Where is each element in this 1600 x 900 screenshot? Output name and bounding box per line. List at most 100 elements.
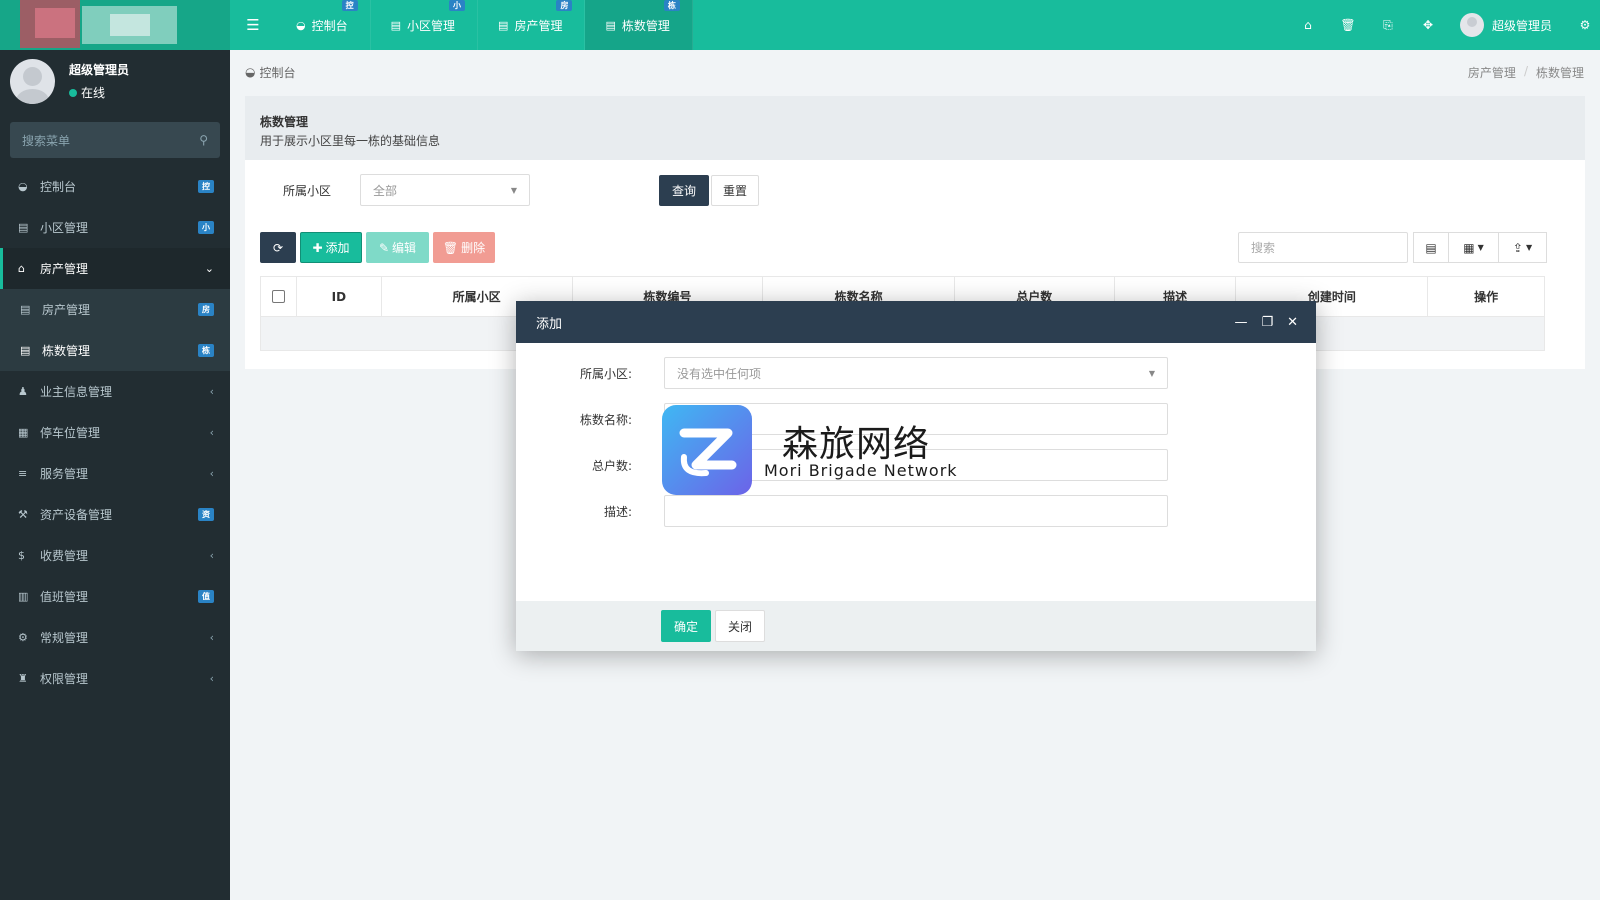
community-select[interactable]: 没有选中任何项 ▼ bbox=[664, 357, 1168, 389]
select-all-checkbox[interactable] bbox=[271, 290, 285, 303]
export-button[interactable]: ⇪ ▼ bbox=[1499, 232, 1547, 263]
film-icon: ▦ bbox=[18, 426, 29, 439]
user-name: 超级管理员 bbox=[1491, 18, 1552, 33]
sidebar-item-permissions[interactable]: ♜ 权限管理 ‹ bbox=[0, 658, 230, 699]
fullscreen-icon[interactable]: ✥ bbox=[1408, 18, 1448, 32]
chevron-left-icon: ‹ bbox=[209, 385, 214, 398]
columns-button[interactable]: ▦ ▼ bbox=[1449, 232, 1499, 263]
reset-button[interactable]: 重置 bbox=[711, 175, 759, 206]
edit-button[interactable]: ✎ 编辑 bbox=[366, 232, 429, 263]
edit-label: 编辑 bbox=[392, 241, 417, 255]
tab-label: 控制台 bbox=[311, 18, 348, 33]
tab-label: 栋数管理 bbox=[621, 18, 670, 33]
tab-property[interactable]: ▤ 房产管理 房 bbox=[478, 0, 586, 50]
caret-down-icon: ▼ bbox=[1477, 243, 1484, 252]
home-icon[interactable]: ⌂ bbox=[1288, 18, 1328, 32]
top-navbar: ☰ ◒ 控制台 控 ▤ 小区管理 小 ▤ 房产管理 房 ▤ 栋数管理 栋 ⌂ 🗑… bbox=[0, 0, 1600, 50]
close-button[interactable]: 关闭 bbox=[715, 610, 765, 642]
breadcrumb-item[interactable]: 房产管理 bbox=[1468, 64, 1516, 81]
description-input[interactable] bbox=[664, 495, 1168, 527]
tab-community[interactable]: ▤ 小区管理 小 bbox=[371, 0, 479, 50]
dashboard-icon: ◒ bbox=[296, 18, 306, 32]
sidebar-subitem-building[interactable]: ▤ 栋数管理 栋 bbox=[0, 330, 230, 371]
add-button[interactable]: ✚ 添加 bbox=[300, 232, 362, 263]
column-header[interactable]: ID bbox=[297, 277, 382, 316]
sidebar-item-assets[interactable]: ⚒ 资产设备管理 资 bbox=[0, 494, 230, 535]
page-description: 用于展示小区里每一栋的基础信息 bbox=[260, 134, 441, 148]
trash-icon[interactable]: 🗑 bbox=[1328, 18, 1368, 32]
sidebar-item-general[interactable]: ⚙ 常规管理 ‹ bbox=[0, 617, 230, 658]
sidebar-item-label: 房产管理 bbox=[42, 303, 91, 317]
confirm-button[interactable]: 确定 bbox=[661, 610, 711, 642]
sidebar-item-label: 停车位管理 bbox=[40, 426, 101, 440]
sidebar-item-dashboard[interactable]: ◒ 控制台 控 bbox=[0, 166, 230, 207]
building-name-input[interactable] bbox=[664, 403, 1168, 435]
caret-down-icon: ▼ bbox=[1148, 368, 1155, 378]
panel-header: 栋数管理 用于展示小区里每一栋的基础信息 bbox=[245, 96, 1585, 160]
user-icon: ♟ bbox=[18, 385, 28, 398]
user-panel: 超级管理员 在线 bbox=[0, 50, 230, 112]
form-row-building-name: 栋数名称: bbox=[516, 403, 1316, 435]
refresh-button[interactable]: ⟳ bbox=[260, 232, 296, 263]
table-search-input[interactable]: 搜索 bbox=[1238, 232, 1408, 263]
sidebar-item-label: 业主信息管理 bbox=[40, 385, 113, 399]
sidebar-item-label: 资产设备管理 bbox=[40, 508, 113, 522]
sidebar-item-label: 小区管理 bbox=[40, 221, 89, 235]
sidebar-item-fees[interactable]: $ 收费管理 ‹ bbox=[0, 535, 230, 576]
tab-dashboard[interactable]: ◒ 控制台 控 bbox=[276, 0, 371, 50]
toggle-view-button[interactable]: ▤ bbox=[1413, 232, 1449, 263]
sidebar-subitem-property[interactable]: ▤ 房产管理 房 bbox=[0, 289, 230, 330]
sidebar-item-duty[interactable]: ▥ 值班管理 值 bbox=[0, 576, 230, 617]
trash-icon: 🗑 bbox=[442, 240, 459, 255]
dashboard-icon: ◒ bbox=[18, 180, 28, 193]
sidebar-item-property[interactable]: ⌂ 房产管理 ⌄ bbox=[0, 248, 230, 289]
menu-toggle-icon[interactable]: ☰ bbox=[230, 0, 276, 50]
list-icon: ▤ bbox=[390, 18, 402, 32]
sidebar-item-service[interactable]: ≡ 服务管理 ‹ bbox=[0, 453, 230, 494]
sidebar-item-owner[interactable]: ♟ 业主信息管理 ‹ bbox=[0, 371, 230, 412]
table-toolbar: ⟳ ✚ 添加 ✎ 编辑 🗑 删除 bbox=[260, 232, 495, 263]
search-icon[interactable]: ⚲ bbox=[199, 133, 208, 147]
breadcrumb-trail: 房产管理 / 栋数管理 bbox=[1468, 64, 1584, 81]
user-menu[interactable]: 超级管理员 bbox=[1448, 13, 1570, 37]
home-icon: ⌂ bbox=[18, 262, 25, 275]
list-icon: ▤ bbox=[20, 303, 31, 316]
sidebar-item-label: 收费管理 bbox=[40, 549, 89, 563]
sidebar-item-label: 控制台 bbox=[40, 180, 77, 194]
sidebar-item-community[interactable]: ▤ 小区管理 小 bbox=[0, 207, 230, 248]
chevron-left-icon: ‹ bbox=[209, 426, 214, 439]
tab-label: 小区管理 bbox=[407, 18, 456, 33]
breadcrumb-home[interactable]: ◒ 控制台 bbox=[245, 64, 296, 81]
sidebar-item-parking[interactable]: ▦ 停车位管理 ‹ bbox=[0, 412, 230, 453]
caret-down-icon: ▼ bbox=[1525, 243, 1533, 252]
dialog-header: 添加 — ❐ ✕ bbox=[516, 301, 1316, 343]
page-title: 栋数管理 bbox=[260, 115, 309, 129]
list-icon: ▤ bbox=[1425, 240, 1437, 255]
plus-icon: ✚ bbox=[312, 240, 323, 255]
sidebar-search-input[interactable]: 搜索菜单 ⚲ bbox=[10, 122, 220, 158]
delete-button[interactable]: 🗑 删除 bbox=[433, 232, 495, 263]
select-all-cell bbox=[261, 277, 297, 316]
chevron-left-icon: ‹ bbox=[209, 549, 214, 562]
language-icon[interactable]: ⎘ bbox=[1368, 18, 1408, 33]
calendar-icon: ▥ bbox=[18, 590, 29, 603]
maximize-icon[interactable]: ❐ bbox=[1261, 315, 1273, 330]
breadcrumb-separator: / bbox=[1523, 63, 1528, 78]
query-button[interactable]: 查询 bbox=[659, 175, 709, 206]
top-right-tools: ⌂ 🗑 ⎘ ✥ 超级管理员 ⚙ bbox=[1288, 0, 1600, 50]
select-placeholder: 没有选中任何项 bbox=[677, 366, 762, 381]
sidebar-submenu: ▤ 房产管理 房 ▤ 栋数管理 栋 bbox=[0, 289, 230, 371]
tab-building[interactable]: ▤ 栋数管理 栋 bbox=[585, 0, 693, 50]
select-value: 全部 bbox=[373, 183, 398, 198]
close-icon[interactable]: ✕ bbox=[1287, 315, 1298, 330]
logo[interactable] bbox=[0, 0, 230, 50]
field-label: 所属小区: bbox=[579, 367, 632, 381]
dialog-title: 添加 bbox=[536, 316, 563, 332]
add-label: 添加 bbox=[325, 241, 350, 255]
community-filter-select[interactable]: 全部 ▼ bbox=[360, 174, 530, 206]
households-input[interactable] bbox=[664, 449, 1168, 481]
sidebar-item-label: 常规管理 bbox=[40, 631, 89, 645]
settings-icon[interactable]: ⚙ bbox=[1570, 18, 1600, 32]
tab-badge: 小 bbox=[449, 0, 466, 11]
minimize-icon[interactable]: — bbox=[1234, 315, 1247, 330]
